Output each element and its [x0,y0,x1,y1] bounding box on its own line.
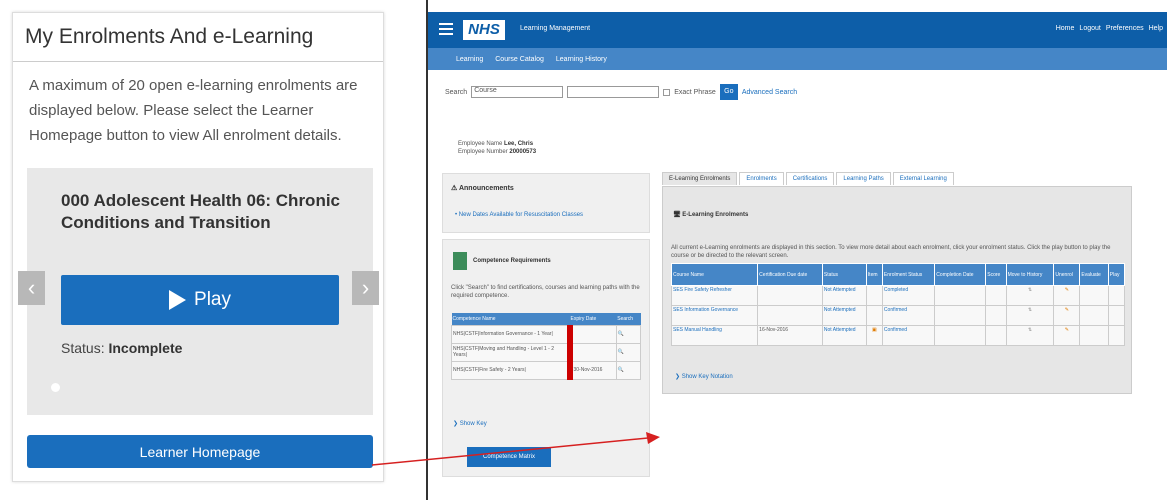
search-row: Search Course Exact Phrase Go Advanced S… [445,84,797,100]
top-links: Home Logout Preferences Help [1056,25,1163,32]
table-row: SES Information Governance Not Attempted… [670,305,1126,326]
column-header: Move to History [1005,263,1055,286]
competence-description: Click "Search" to find certifications, c… [451,285,640,299]
exact-phrase-label: Exact Phrase [674,88,716,96]
elearning-table: Course Name Certification Due date Statu… [670,263,1126,346]
widget-title: My Enrolments And e-Learning [25,25,314,48]
learner-homepage-button[interactable]: Learner Homepage [27,435,373,468]
search-input[interactable] [567,86,660,98]
preferences-link[interactable]: Preferences [1106,25,1144,32]
unenrol-icon[interactable]: ✎ [1053,325,1081,346]
column-header: Score [985,263,1007,286]
competence-icon [453,252,467,270]
search-icon[interactable]: 🔍 [615,324,642,344]
nhs-logo: NHS [463,20,505,40]
tab-bar: E-Learning Enrolments Enrolments Certifi… [662,172,956,185]
column-header: Play [1107,263,1126,286]
tab-certifications[interactable]: Certifications [785,172,835,185]
column-header: Certification Due date [757,263,823,286]
table-row: NHS|CSTF|Fire Safety - 2 Years| 30-Nov-2… [451,360,642,380]
divider [13,61,383,62]
move-history-icon[interactable]: ⇅ [1005,285,1055,306]
item-icon[interactable]: ▣ [865,325,883,346]
status-value: Incomplete [108,340,183,356]
table-row: SES Fire Safety Refresher Not Attempted … [670,285,1126,306]
show-key-notation-link[interactable]: ❯ Show Key Notation [675,373,733,380]
competence-table: Competence Name Expiry Date Search NHS|C… [451,313,642,380]
exact-phrase-checkbox[interactable] [663,88,671,96]
elearning-description: All current e-Learning enrolments are di… [671,245,1111,259]
table-row: SES Manual Handling 16-Nov-2016 Not Atte… [670,325,1126,346]
column-header: Expiry Date [569,313,617,325]
unenrol-icon[interactable]: ✎ [1053,285,1081,306]
column-header: Unenrol [1053,263,1081,286]
go-button[interactable]: Go [719,84,738,100]
elearning-panel: 🖥 E-Learning Enrolments All current e-Le… [662,186,1132,394]
column-header: Search [616,313,641,325]
enrolments-widget: My Enrolments And e-Learning A maximum o… [12,12,384,482]
announcement-link[interactable]: • New Dates Available for Resuscitation … [455,212,583,218]
advanced-search-link[interactable]: Advanced Search [742,89,797,96]
employee-name: Lee, Chris [504,141,534,147]
status-label: Status: [61,340,105,356]
search-icon[interactable]: 🔍 [615,360,642,380]
column-header: Enrolment Status [881,263,936,286]
nav-learning[interactable]: Learning [456,56,483,63]
chevron-left-icon: ‹ [27,275,36,300]
column-header: Completion Date [934,263,987,286]
tab-learning-paths[interactable]: Learning Paths [836,172,891,185]
course-status: Status: Incomplete [61,340,182,356]
search-icon[interactable]: 🔍 [615,342,642,362]
competence-matrix-button[interactable]: Competence Matrix [467,447,551,467]
play-icon [169,290,187,310]
chevron-right-icon: › [361,275,370,300]
column-header: Course Name [670,263,759,286]
tab-enrolments[interactable]: Enrolments [739,172,784,185]
course-card: 000 Adolescent Health 06: Chronic Condit… [27,168,373,415]
announcements-panel: ⚠ Announcements • New Dates Available fo… [442,173,650,233]
carousel-next-button[interactable]: › [352,271,379,305]
elearning-header: 🖥 E-Learning Enrolments [673,212,749,218]
sub-navigation: Learning Course Catalog Learning History [428,48,1167,70]
carousel-dot[interactable] [51,383,60,392]
header-bar: NHS Learning Management Home Logout Pref… [428,12,1167,48]
announcements-title: ⚠ Announcements [451,185,514,192]
carousel-prev-button[interactable]: ‹ [18,271,45,305]
home-link[interactable]: Home [1056,25,1075,32]
employee-number: 20000573 [509,149,537,155]
lms-screenshot: NHS Learning Management Home Logout Pref… [426,0,1167,500]
column-header: Competence Name [451,313,570,325]
play-label: Play [194,289,231,310]
search-type-select[interactable]: Course [471,86,564,98]
course-title: 000 Adolescent Health 06: Chronic Condit… [61,191,341,232]
play-button[interactable]: Play [61,275,339,325]
show-key-link[interactable]: ❯ Show Key [453,420,487,427]
tab-external-learning[interactable]: External Learning [892,172,954,185]
search-label: Search [445,88,468,96]
competence-panel: Competence Requirements Click "Search" t… [442,239,650,477]
widget-intro: A maximum of 20 open e-learning enrolmen… [29,77,358,144]
logout-link[interactable]: Logout [1079,25,1100,32]
employee-info: Employee Name Lee, Chris Employee Number… [458,140,536,156]
table-row: NHS|CSTF|Information Governance - 1 Year… [451,324,642,344]
employee-name-label: Employee Name [458,141,503,147]
competence-title: Competence Requirements [473,258,551,264]
app-title: Learning Management [520,25,591,32]
help-link[interactable]: Help [1149,25,1163,32]
column-header: Status [821,263,867,286]
nav-course-catalog[interactable]: Course Catalog [495,56,544,63]
unenrol-icon[interactable]: ✎ [1053,305,1081,326]
move-history-icon[interactable]: ⇅ [1005,325,1055,346]
hamburger-menu-icon[interactable] [439,23,453,38]
column-header: Item [865,263,883,286]
employee-number-label: Employee Number [458,149,508,155]
nav-learning-history[interactable]: Learning History [556,56,607,63]
tab-elearning-enrolments[interactable]: E-Learning Enrolments [662,172,738,185]
table-row: NHS|CSTF|Moving and Handling - Level 1 -… [451,342,642,362]
column-header: Evaluate [1079,263,1109,286]
move-history-icon[interactable]: ⇅ [1005,305,1055,326]
